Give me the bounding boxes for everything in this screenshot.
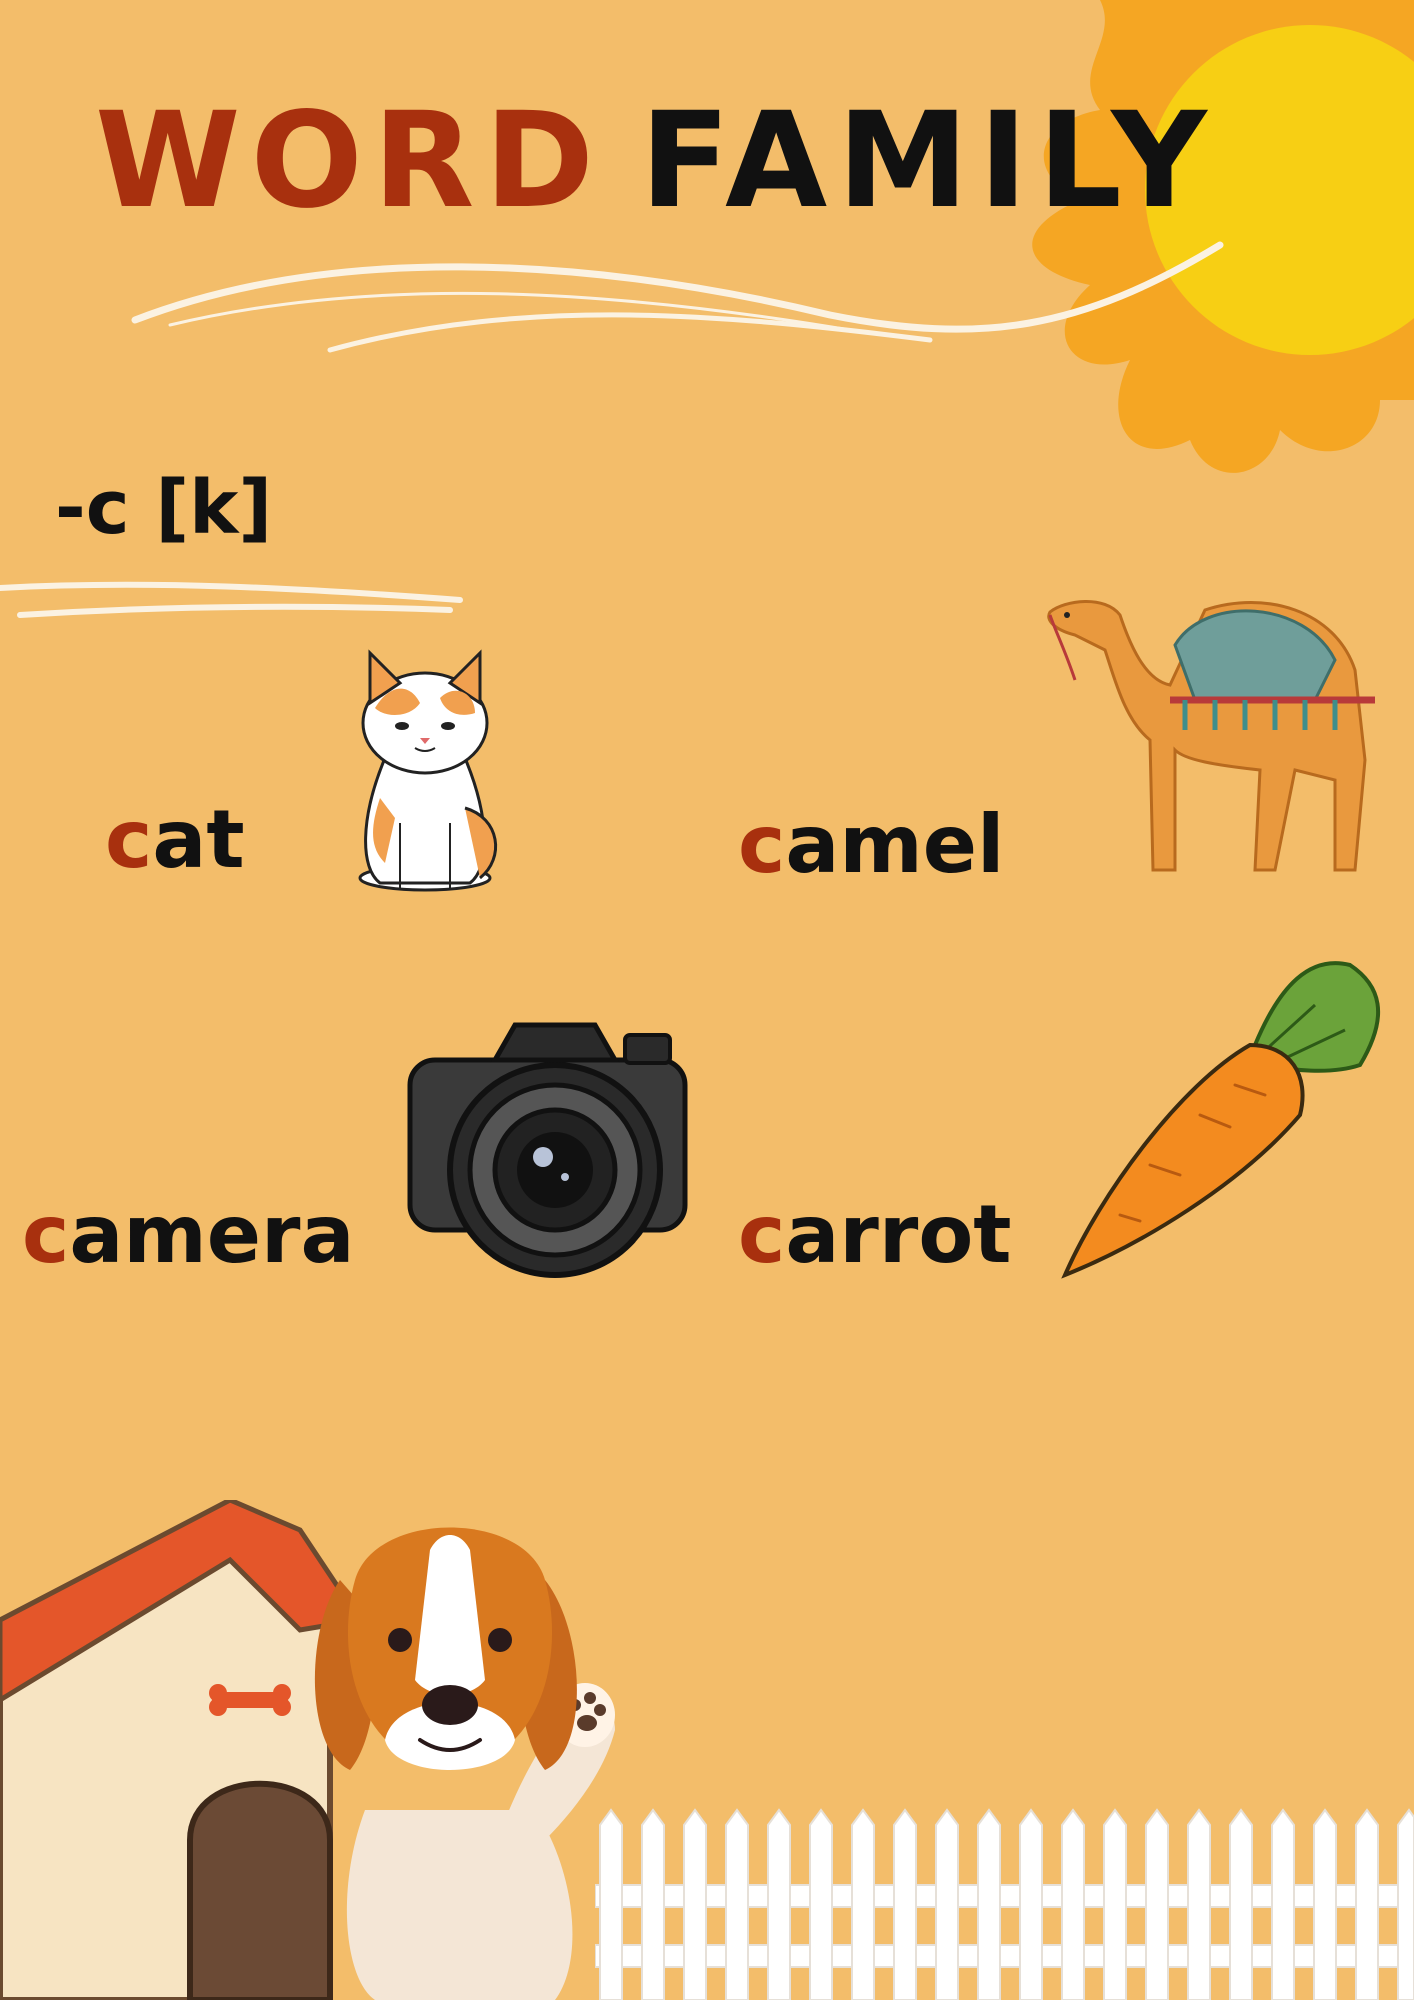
word-initial: c [738,1188,786,1281]
word-rest: at [152,793,245,886]
subtitle: -c [k] [55,465,273,551]
word-camel: camel [738,805,1004,885]
word-initial: c [22,1188,70,1281]
page-title: WORD FAMILY [95,95,1217,227]
word-camera: camera [22,1195,354,1275]
word-rest: amel [785,798,1005,891]
fence-icon [595,1808,1414,2000]
subtitle-underline [0,581,463,618]
word-initial: c [105,793,153,886]
word-rest: amera [69,1188,355,1281]
dog-icon [314,1527,615,2000]
cat-icon [358,649,497,892]
title-underline [131,241,1224,353]
camel-icon [1047,600,1375,872]
word-rest: arrot [785,1188,1012,1281]
word-initial: c [738,798,786,891]
camera-icon [407,1022,688,1278]
title-word-1: WORD [95,84,605,238]
word-cat: cat [105,800,245,880]
word-carrot: carrot [738,1195,1012,1275]
carrot-icon [1061,961,1381,1279]
title-word-2: FAMILY [640,84,1217,238]
